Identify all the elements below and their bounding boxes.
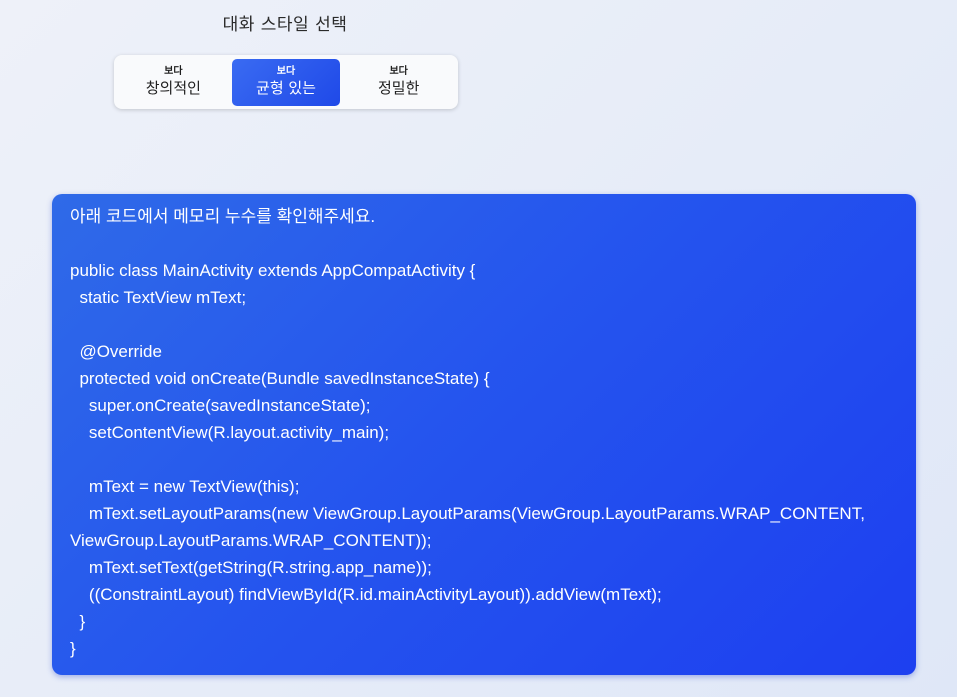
style-option-label: 창의적인 bbox=[145, 79, 201, 97]
style-option-creative[interactable]: 보다 창의적인 bbox=[119, 59, 228, 106]
style-option-prefix: 보다 bbox=[389, 66, 408, 77]
style-option-precise[interactable]: 보다 정밀한 bbox=[344, 59, 453, 106]
conversation-style-title: 대화 스타일 선택 bbox=[222, 15, 348, 35]
style-option-prefix: 보다 bbox=[276, 66, 296, 77]
conversation-style-selector: 보다 창의적인 보다 균형 있는 보다 정밀한 bbox=[114, 55, 458, 109]
style-option-label: 균형 있는 bbox=[256, 79, 316, 97]
style-option-prefix: 보다 bbox=[164, 66, 183, 77]
style-option-balanced[interactable]: 보다 균형 있는 bbox=[231, 58, 341, 106]
style-option-label: 정밀한 bbox=[377, 79, 420, 97]
user-message-bubble: 아래 코드에서 메모리 누수를 확인해주세요. public class Mai… bbox=[52, 194, 916, 675]
